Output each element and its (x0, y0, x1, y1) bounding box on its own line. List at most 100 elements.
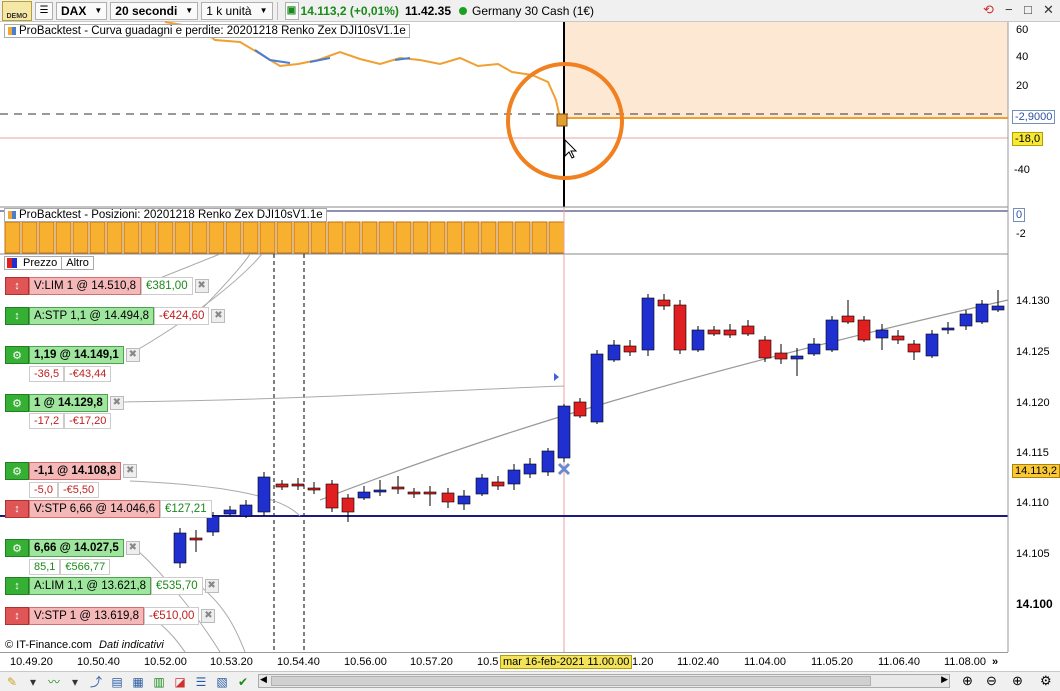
price-axis-label: 14.125 (1016, 346, 1050, 358)
screener-icon[interactable]: ▧ (213, 674, 231, 690)
position-bar (310, 221, 327, 254)
time-axis[interactable]: 10.49.20 10.50.40 10.52.00 10.53.20 10.5… (0, 652, 1008, 670)
candle-body (173, 532, 187, 564)
zoom-in-icon[interactable]: ⊕ (1012, 673, 1023, 689)
list-icon[interactable]: ☰ (192, 674, 210, 690)
close-position-icon[interactable]: ✖ (123, 464, 138, 478)
order-v-stp-6-66[interactable]: ↕ V:STP 6,66 @ 14.046,6 €127,21 (5, 500, 212, 518)
position-minus-1-1[interactable]: ⚙ -1,1 @ 14.108,8 ✖ (5, 462, 138, 480)
draw-tool-icon[interactable]: ✎ (3, 674, 21, 690)
grid-icon[interactable]: ▥ (150, 674, 168, 690)
tab-altro[interactable]: Altro (62, 257, 93, 269)
backtest-icon[interactable]: ✔ (234, 674, 252, 690)
candle-body (741, 325, 755, 335)
position-1[interactable]: ⚙ 1 @ 14.129,8 ✖ (5, 394, 124, 412)
scroll-right-icon[interactable]: ▶ (941, 674, 948, 685)
price-axis-label: 14.110 (1016, 497, 1049, 509)
alert-icon[interactable]: ◪ (171, 674, 189, 690)
order-v-lim[interactable]: ↕ V:LIM 1 @ 14.510,8 €381,00 ✖ (5, 277, 209, 295)
watermark-note: Dati indicativi (99, 639, 164, 651)
candle-body (573, 401, 587, 417)
equity-panel-label[interactable]: ProBacktest - Curva guadagni e perdite: … (4, 24, 410, 38)
candle-body (707, 329, 721, 335)
position-6-66[interactable]: ⚙ 6,66 @ 14.027,5 ✖ (5, 539, 140, 557)
chat-icon[interactable]: ▤ (108, 674, 126, 690)
dropdown-icon[interactable]: ▾ (24, 674, 42, 690)
time-axis-label: 10.57.20 (410, 656, 453, 668)
positions-panel-label[interactable]: ProBacktest - Posizioni: 20201218 Renko … (4, 208, 327, 222)
candle-body (239, 504, 253, 517)
close-order-icon[interactable]: ✖ (204, 579, 219, 593)
candle-body (991, 305, 1005, 311)
scroll-right-icon[interactable]: » (992, 656, 998, 668)
position-bar (412, 221, 429, 254)
position-euro: -€17,20 (64, 413, 112, 429)
position-label: 1,19 @ 14.149,1 (29, 346, 124, 364)
zoom-out-icon[interactable]: ⊖ (986, 673, 997, 689)
order-a-stp[interactable]: ↕ A:STP 1,1 @ 14.494,8 -€424,60 ✖ (5, 307, 226, 325)
gear-icon[interactable]: ⚙ (5, 462, 29, 480)
settings-icon[interactable]: ⚙ (1040, 673, 1052, 689)
gear-icon[interactable]: ⚙ (5, 346, 29, 364)
close-position-icon[interactable]: ✖ (109, 396, 124, 410)
candle-body (975, 303, 989, 323)
position-bar (480, 221, 497, 254)
order-v-stp-1[interactable]: ↕ V:STP 1 @ 13.619,8 -€510,00 ✖ (5, 607, 216, 625)
candle-body (341, 497, 355, 513)
position-bar (548, 221, 565, 254)
order-connector (129, 253, 263, 355)
order-a-lim[interactable]: ↕ A:LIM 1,1 @ 13.621,8 €535,70 ✖ (5, 577, 219, 595)
candle-body (657, 299, 671, 307)
price-axis-label: 14.115 (1016, 447, 1049, 459)
close-position-icon[interactable]: ✖ (125, 541, 140, 555)
indicator-icon[interactable]: 〰 (45, 674, 63, 690)
close-order-icon[interactable]: ✖ (211, 309, 226, 323)
position-bar (140, 221, 157, 254)
time-axis-label: 11.05.20 (811, 656, 854, 668)
position-label: 6,66 @ 14.027,5 (29, 539, 124, 557)
order-label: V:LIM 1 @ 14.510,8 (29, 277, 142, 295)
close-position-icon[interactable]: ✖ (125, 348, 140, 362)
position-points: 85,1 (29, 559, 61, 575)
close-order-icon[interactable]: ✖ (201, 609, 216, 623)
time-axis-label: 11.02.40 (677, 656, 720, 668)
position-bar (174, 221, 191, 254)
candle-body (223, 509, 237, 515)
zoom-fit-icon[interactable]: ⊕ (962, 673, 973, 689)
position-1-19[interactable]: ⚙ 1,19 @ 14.149,1 ✖ (5, 346, 140, 364)
position-bar (225, 221, 242, 254)
dropdown-icon[interactable]: ▾ (66, 674, 84, 690)
drag-handle-icon[interactable]: ↕ (5, 607, 29, 625)
order-label: A:LIM 1,1 @ 13.621,8 (29, 577, 152, 595)
calendar-icon[interactable]: ▦ (129, 674, 147, 690)
scrollbar-thumb[interactable] (271, 676, 871, 686)
candle-body (291, 483, 305, 487)
gear-icon[interactable]: ⚙ (5, 539, 29, 557)
drag-handle-icon[interactable]: ↕ (5, 577, 29, 595)
share-icon[interactable]: ⤴ (87, 674, 105, 690)
candle-body (857, 319, 871, 341)
candlestick-series (173, 290, 1005, 568)
close-order-icon[interactable]: ✖ (194, 279, 209, 293)
drag-handle-icon[interactable]: ↕ (5, 500, 29, 518)
horizontal-scrollbar[interactable]: ◀ ▶ (258, 674, 950, 688)
time-cursor-label: mar 16-feb-2021 11.00.00 (500, 655, 633, 669)
equity-axis-label: 20 (1016, 80, 1029, 92)
order-label: V:STP 6,66 @ 14.046,6 (29, 500, 161, 518)
position-bar (497, 221, 514, 254)
candle-body (523, 463, 537, 475)
candle-legend-icon (7, 258, 17, 268)
position-pnl-row: 85,1 €566,77 (29, 559, 111, 575)
tab-prezzo[interactable]: Prezzo (19, 257, 63, 269)
candle-body (475, 477, 489, 495)
gear-icon[interactable]: ⚙ (5, 394, 29, 412)
position-label: -1,1 @ 14.108,8 (29, 462, 122, 480)
drag-handle-icon[interactable]: ↕ (5, 307, 29, 325)
position-points: -36,5 (29, 366, 65, 382)
equity-level-tag: -18,0 (1012, 132, 1044, 146)
scroll-left-icon[interactable]: ◀ (260, 674, 267, 685)
drag-handle-icon[interactable]: ↕ (5, 277, 29, 295)
candle-body (807, 343, 821, 355)
candle-body (607, 344, 621, 361)
candle-body (206, 515, 220, 533)
